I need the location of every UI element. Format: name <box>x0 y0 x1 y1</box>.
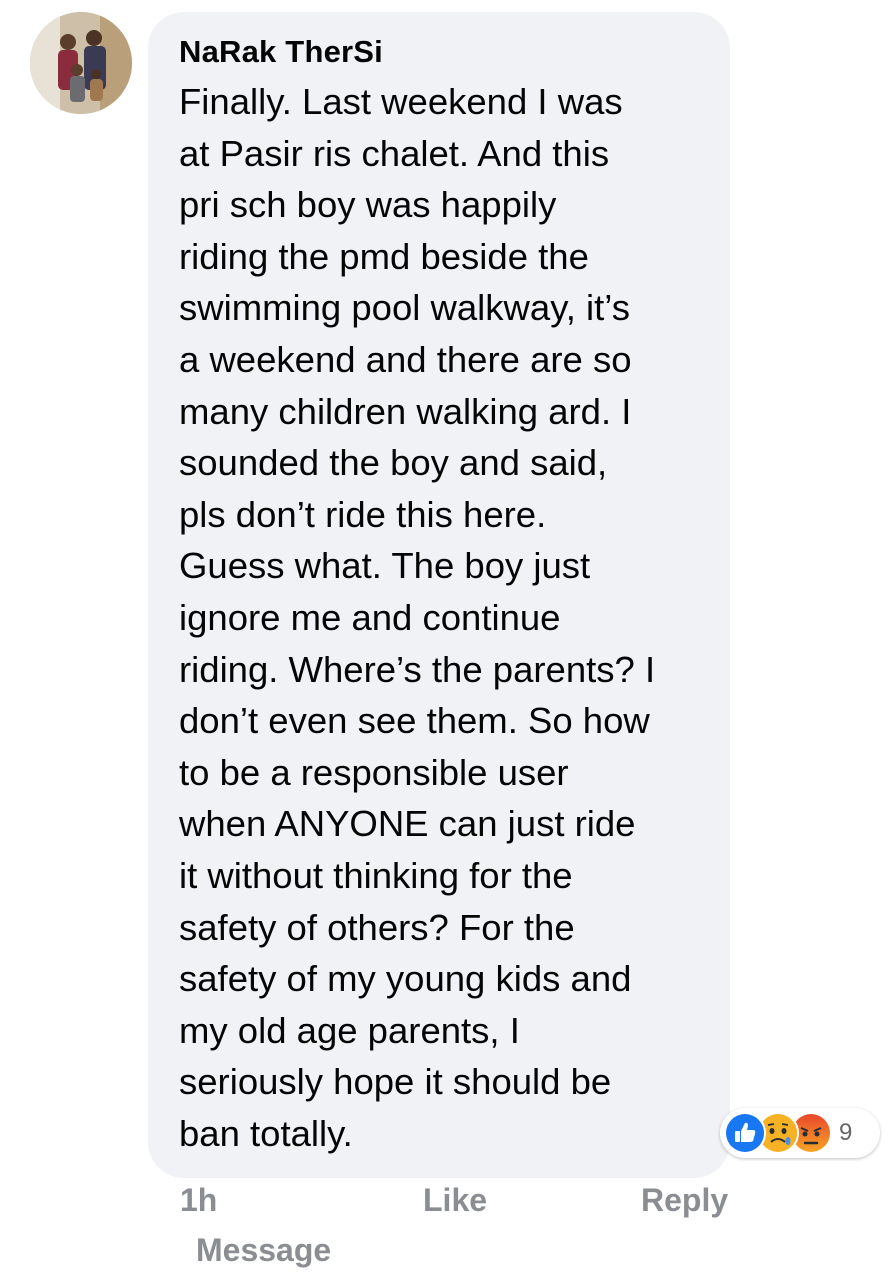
message-button[interactable]: Message <box>196 1232 331 1269</box>
like-reaction-icon <box>724 1112 766 1154</box>
author-avatar[interactable] <box>30 12 132 114</box>
comment-author[interactable]: NaRak TherSi <box>179 32 708 72</box>
comment-bubble: NaRak TherSi Finally. Last weekend I was… <box>148 12 730 1178</box>
comment-text: Finally. Last weekend I was at Pasir ris… <box>179 81 656 1154</box>
reaction-count: 9 <box>839 1119 853 1146</box>
comment-timestamp[interactable]: 1h <box>180 1182 217 1219</box>
profile-photo-avatar <box>30 12 132 114</box>
reactions-summary[interactable]: 9 <box>720 1108 880 1158</box>
reply-button[interactable]: Reply <box>641 1182 728 1219</box>
like-button[interactable]: Like <box>423 1182 487 1219</box>
